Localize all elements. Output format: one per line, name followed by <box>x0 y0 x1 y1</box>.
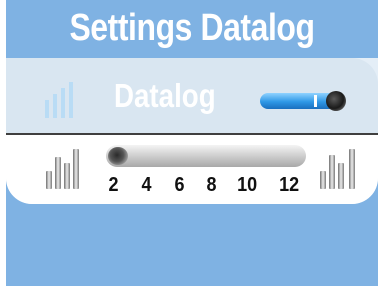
tick-label: 10 <box>237 174 258 196</box>
slider-knob[interactable] <box>108 147 128 165</box>
tick-label: 12 <box>279 174 300 196</box>
tick-label: 6 <box>174 174 185 196</box>
interval-slider[interactable] <box>106 145 306 169</box>
datalog-row: Datalog <box>6 58 378 133</box>
signal-bars-icon <box>45 82 73 118</box>
slider-tick-labels: 2 4 6 8 10 12 <box>108 172 318 198</box>
signal-bars-low-icon <box>46 149 79 189</box>
toggle-knob[interactable] <box>326 91 346 111</box>
slider-track[interactable] <box>106 145 306 167</box>
signal-bars-high-icon <box>320 149 355 189</box>
page-title: Settings Datalog <box>69 7 315 49</box>
tick-label: 4 <box>141 174 152 196</box>
tick-label: 8 <box>206 174 217 196</box>
tick-label: 2 <box>108 174 119 196</box>
toggle-on-indicator <box>314 95 317 107</box>
settings-panel: Settings Datalog Datalog 2 4 6 8 10 12 <box>6 0 378 286</box>
datalog-label: Datalog <box>114 77 216 114</box>
datalog-toggle[interactable] <box>260 91 350 111</box>
